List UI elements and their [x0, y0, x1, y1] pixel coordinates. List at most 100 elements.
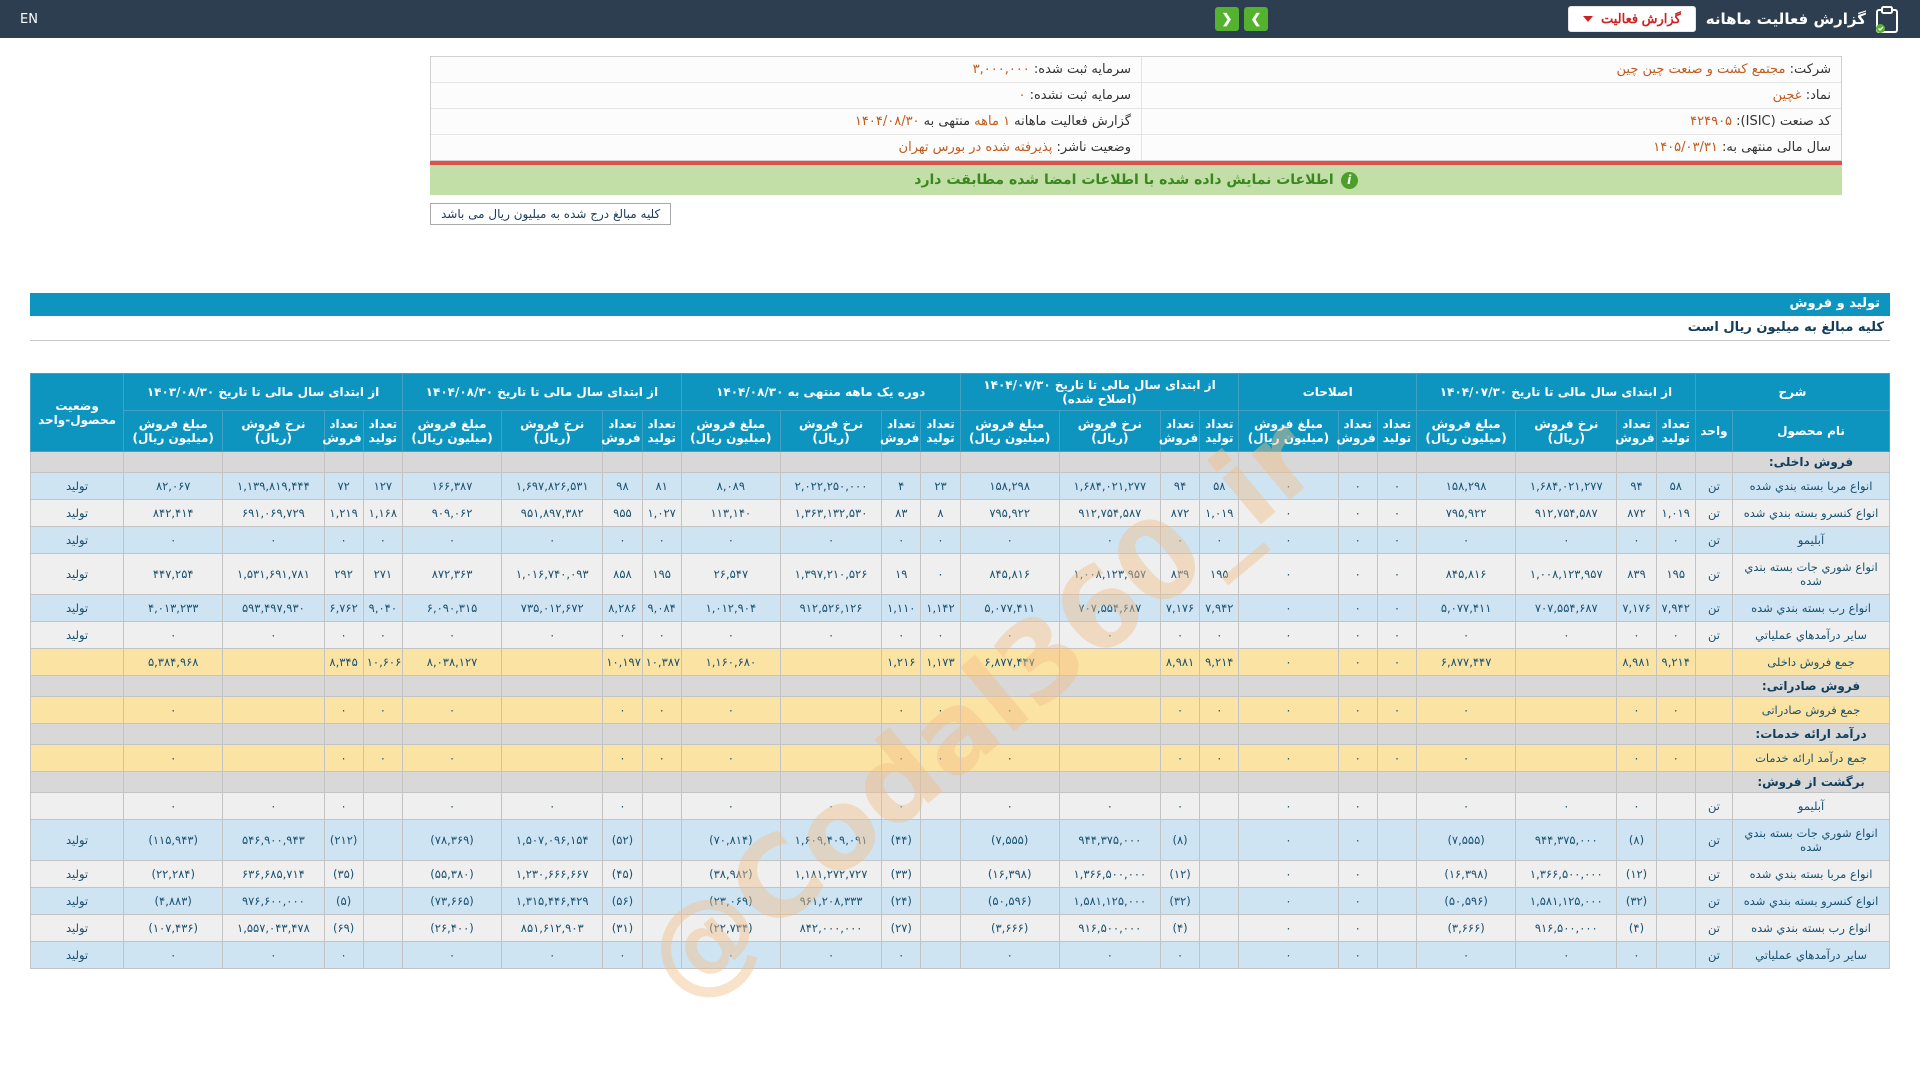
cell-e_amt: [401, 675, 503, 697]
info-cell: سرمایه ثبت شده: ۳,۰۰۰,۰۰۰: [431, 57, 1141, 82]
cell-name: انواع کنسرو بسته بندي شده: [1732, 499, 1890, 527]
cell-e_rate: ۱,۶۹۷,۸۲۶,۵۳۱: [501, 472, 604, 500]
cell-c_rate: ۰: [1058, 526, 1161, 554]
cell-a_sold: [1616, 771, 1657, 793]
cell-d_sold: ۴: [881, 472, 922, 500]
cell-a_amt: ۰: [1416, 744, 1517, 772]
language-link[interactable]: EN: [20, 12, 38, 27]
cell-adj_sold: [1337, 723, 1378, 745]
cell-f_rate: [222, 723, 325, 745]
cell-d_sold: ۰: [881, 621, 922, 649]
cell-c_prod: ۱۹۵: [1199, 553, 1240, 595]
info-value: ۱ ماهه: [970, 114, 1011, 129]
cell-name: انواع کنسرو بسته بندي شده: [1732, 887, 1890, 915]
cell-name: جمع درآمد ارائه خدمات: [1732, 744, 1890, 772]
cell-f_prod: ۱۲۷: [362, 472, 403, 500]
cell-adj_amt: ۰: [1238, 621, 1339, 649]
cell-c_amt: [959, 723, 1060, 745]
info-value: غچین: [1772, 88, 1802, 103]
cell-status: تولید: [29, 472, 125, 500]
cell-unit: تن: [1694, 621, 1734, 649]
cell-a_prod: ۵۸: [1655, 472, 1696, 500]
table-header-group: اصلاحات: [1238, 373, 1418, 411]
cell-e_rate: ۰: [501, 941, 604, 969]
cell-a_rate: [1515, 675, 1618, 697]
cell-d_prod: [920, 792, 961, 820]
cell-unit: تن: [1694, 941, 1734, 969]
cell-c_amt: ۰: [959, 696, 1060, 724]
cell-d_amt: (۲۳,۰۶۹): [680, 887, 781, 915]
table-header-group: از ابتدای سال مالی تا تاریخ ۱۴۰۳/۰۸/۳۰: [123, 373, 403, 411]
cell-d_sold: [881, 451, 922, 473]
cell-e_sold: (۵۶): [602, 887, 643, 915]
cell-d_amt: ۰: [680, 526, 781, 554]
table-header-col: تعداد فروش: [601, 410, 643, 452]
cell-d_amt: ۱,۱۶۰,۶۸۰: [680, 648, 781, 676]
cell-adj_sold: ۰: [1337, 553, 1378, 595]
cell-e_sold: [602, 723, 643, 745]
table-header-col: تعداد تولید: [920, 410, 961, 452]
cell-c_sold: ۹۴: [1159, 472, 1201, 500]
cell-status: تولید: [29, 819, 125, 861]
cell-e_prod: ۱۰,۳۸۷: [641, 648, 682, 676]
prev-report-button[interactable]: ❮: [1214, 7, 1239, 31]
cell-name: جمع فروش صادراتی: [1732, 696, 1890, 724]
cell-c_prod: [1199, 914, 1240, 942]
table-header-col: واحد: [1694, 410, 1734, 452]
report-type-button[interactable]: گزارش فعالیت: [1567, 6, 1696, 32]
cell-e_sold: ۱۰,۱۹۷: [602, 648, 643, 676]
cell-adj_amt: ۰: [1238, 792, 1339, 820]
cell-adj_amt: ۰: [1238, 860, 1339, 888]
cell-unit: تن: [1694, 819, 1734, 861]
cell-c_amt: ۰: [959, 621, 1060, 649]
cell-f_sold: (۳۵): [323, 860, 364, 888]
cell-c_prod: ۰: [1199, 696, 1240, 724]
table-row: انواع مربا بسته بندي شده تن ۵۸ ۹۴ ۱,۶۸۴,۰۲۱,…: [29, 472, 1890, 500]
app-header: گزارش فعالیت ماهانه گزارش فعالیت ❯ ❮ EN: [0, 0, 1920, 38]
cell-adj_amt: [1238, 723, 1339, 745]
cell-name: انواع شوري جات بسته بندي شده: [1732, 819, 1890, 861]
cell-e_rate: [501, 771, 604, 793]
cell-c_sold: ۰: [1159, 941, 1201, 969]
cell-a_rate: ۱,۶۸۴,۰۲۱,۲۷۷: [1515, 472, 1618, 500]
cell-c_sold: ۰: [1159, 792, 1201, 820]
cell-unit: [1694, 696, 1734, 724]
info-value: ۱۴۰۴/۰۸/۳۰: [854, 114, 920, 129]
cell-a_amt: [1416, 723, 1517, 745]
cell-e_rate: ۰: [501, 526, 604, 554]
cell-c_rate: ۰: [1058, 792, 1161, 820]
table-header-col: تعداد فروش: [1336, 410, 1378, 452]
cell-d_prod: [920, 675, 961, 697]
cell-e_rate: ۹۵۱,۸۹۷,۳۸۲: [501, 499, 604, 527]
cell-a_amt: ۰: [1416, 792, 1517, 820]
table-header-col: مبلغ فروش (میلیون ریال): [959, 410, 1060, 452]
cell-c_prod: [1199, 771, 1240, 793]
cell-f_sold: [323, 451, 364, 473]
next-report-button[interactable]: ❯: [1243, 7, 1268, 31]
cell-e_sold: [602, 675, 643, 697]
cell-d_amt: [680, 723, 781, 745]
cell-a_amt: (۳,۶۶۶): [1416, 914, 1517, 942]
cell-c_prod: [1199, 675, 1240, 697]
cell-status: تولید: [29, 553, 125, 595]
cell-a_rate: ۹۱۲,۷۵۴,۵۸۷: [1515, 499, 1618, 527]
cell-c_sold: (۴): [1159, 914, 1201, 942]
info-label: نماد:: [1801, 88, 1831, 103]
cell-d_amt: ۰: [680, 696, 781, 724]
cell-f_rate: ۰: [222, 941, 325, 969]
cell-d_rate: [779, 451, 883, 473]
info-value: ۳,۰۰۰,۰۰۰: [972, 62, 1030, 77]
cell-name: آبليمو: [1732, 526, 1890, 554]
cell-e_rate: [501, 675, 604, 697]
cell-f_prod: ۹,۰۴۰: [362, 594, 403, 622]
production-sales-section: تولید و فروش کلیه مبالغ به میلیون ریال ا…: [29, 293, 1891, 1027]
cell-d_prod: ۱,۱۷۳: [920, 648, 961, 676]
cell-f_prod: [362, 723, 403, 745]
cell-f_rate: ۶۹۱,۰۶۹,۷۲۹: [222, 499, 325, 527]
cell-e_rate: [501, 744, 604, 772]
table-header-col: تعداد تولید: [1199, 410, 1240, 452]
cell-a_prod: [1655, 887, 1696, 915]
cell-adj_prod: ۰: [1376, 621, 1418, 649]
cell-a_amt: (۱۶,۳۹۸): [1416, 860, 1517, 888]
table-header-col: نرخ فروش (ریال): [779, 410, 883, 452]
